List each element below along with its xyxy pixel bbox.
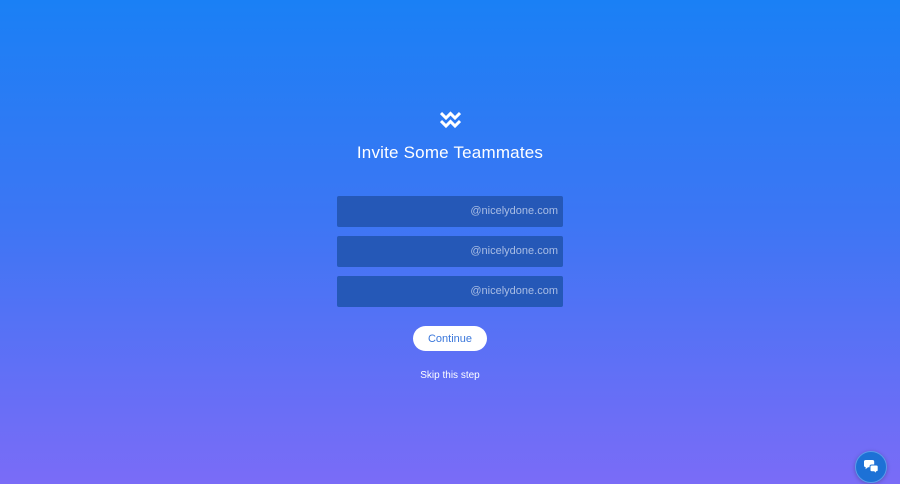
invite-email-field-2[interactable]: @nicelydone.com bbox=[337, 236, 563, 267]
invite-email-input-2[interactable] bbox=[337, 236, 467, 267]
chat-widget-button[interactable] bbox=[855, 451, 887, 483]
invite-email-field-1[interactable]: @nicelydone.com bbox=[337, 196, 563, 227]
email-domain-suffix: @nicelydone.com bbox=[470, 285, 558, 297]
email-domain-suffix: @nicelydone.com bbox=[470, 245, 558, 257]
chat-bubbles-icon bbox=[864, 460, 879, 475]
continue-button[interactable]: Continue bbox=[413, 326, 487, 351]
email-domain-suffix: @nicelydone.com bbox=[470, 205, 558, 217]
invite-email-field-3[interactable]: @nicelydone.com bbox=[337, 276, 563, 307]
page-title: Invite Some Teammates bbox=[356, 143, 544, 162]
skip-step-link[interactable]: Skip this step bbox=[0, 370, 900, 381]
invite-email-input-1[interactable] bbox=[337, 196, 467, 227]
logo-icon bbox=[439, 111, 462, 132]
invite-email-input-3[interactable] bbox=[337, 276, 467, 307]
